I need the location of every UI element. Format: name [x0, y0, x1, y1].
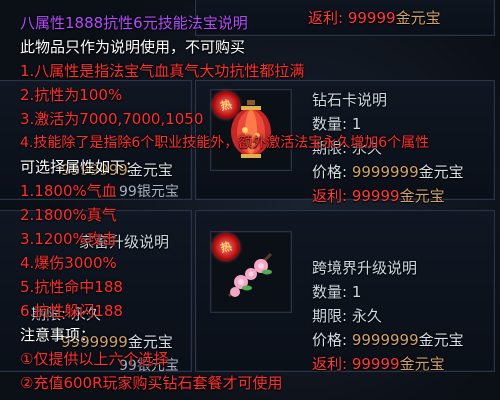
- tooltip-intro: 此物品只作为说明使用，不可购买: [20, 38, 246, 56]
- tooltip-notes-header: 注意事项：: [20, 326, 96, 344]
- shop-panel: 返利: 99999金元宝 9999999金元宝 99银元宝 热 钻石卡说明 数量…: [0, 0, 500, 400]
- tooltip-note-2: ②充值600R玩家购买钻石套餐才可使用: [20, 374, 283, 392]
- tooltip-rule-3: 3.激活为7000,7000,1050: [20, 110, 204, 128]
- tooltip-option-3: 3.1200%攻击: [20, 230, 117, 248]
- item-tooltip: 八属性1888抗性6元技能法宝说明 此物品只作为说明使用，不可购买 1.八属性是…: [10, 12, 490, 392]
- tooltip-rule-2: 2.抗性为100%: [20, 86, 123, 104]
- tooltip-option-5: 5.抗性命中188: [20, 278, 123, 296]
- tooltip-note-1: ①仅提供以上六个选择: [20, 350, 169, 368]
- tooltip-option-1: 1.1800%气血: [20, 182, 117, 200]
- tooltip-option-4: 4.爆伤3000%: [20, 254, 117, 272]
- tooltip-rule-4: 4.技能除了是指除6个职业技能外，额外激活法宝永久增加6个属性: [20, 135, 430, 151]
- tooltip-title: 八属性1888抗性6元技能法宝说明: [20, 14, 248, 32]
- tooltip-options-header: 可选择属性如下：: [20, 158, 141, 176]
- tooltip-option-6: 6.抗性躲闪188: [20, 302, 123, 320]
- tooltip-option-2: 2.1800%真气: [20, 206, 117, 224]
- tooltip-rule-1: 1.八属性是指法宝气血真气大功抗性都拉满: [20, 62, 305, 80]
